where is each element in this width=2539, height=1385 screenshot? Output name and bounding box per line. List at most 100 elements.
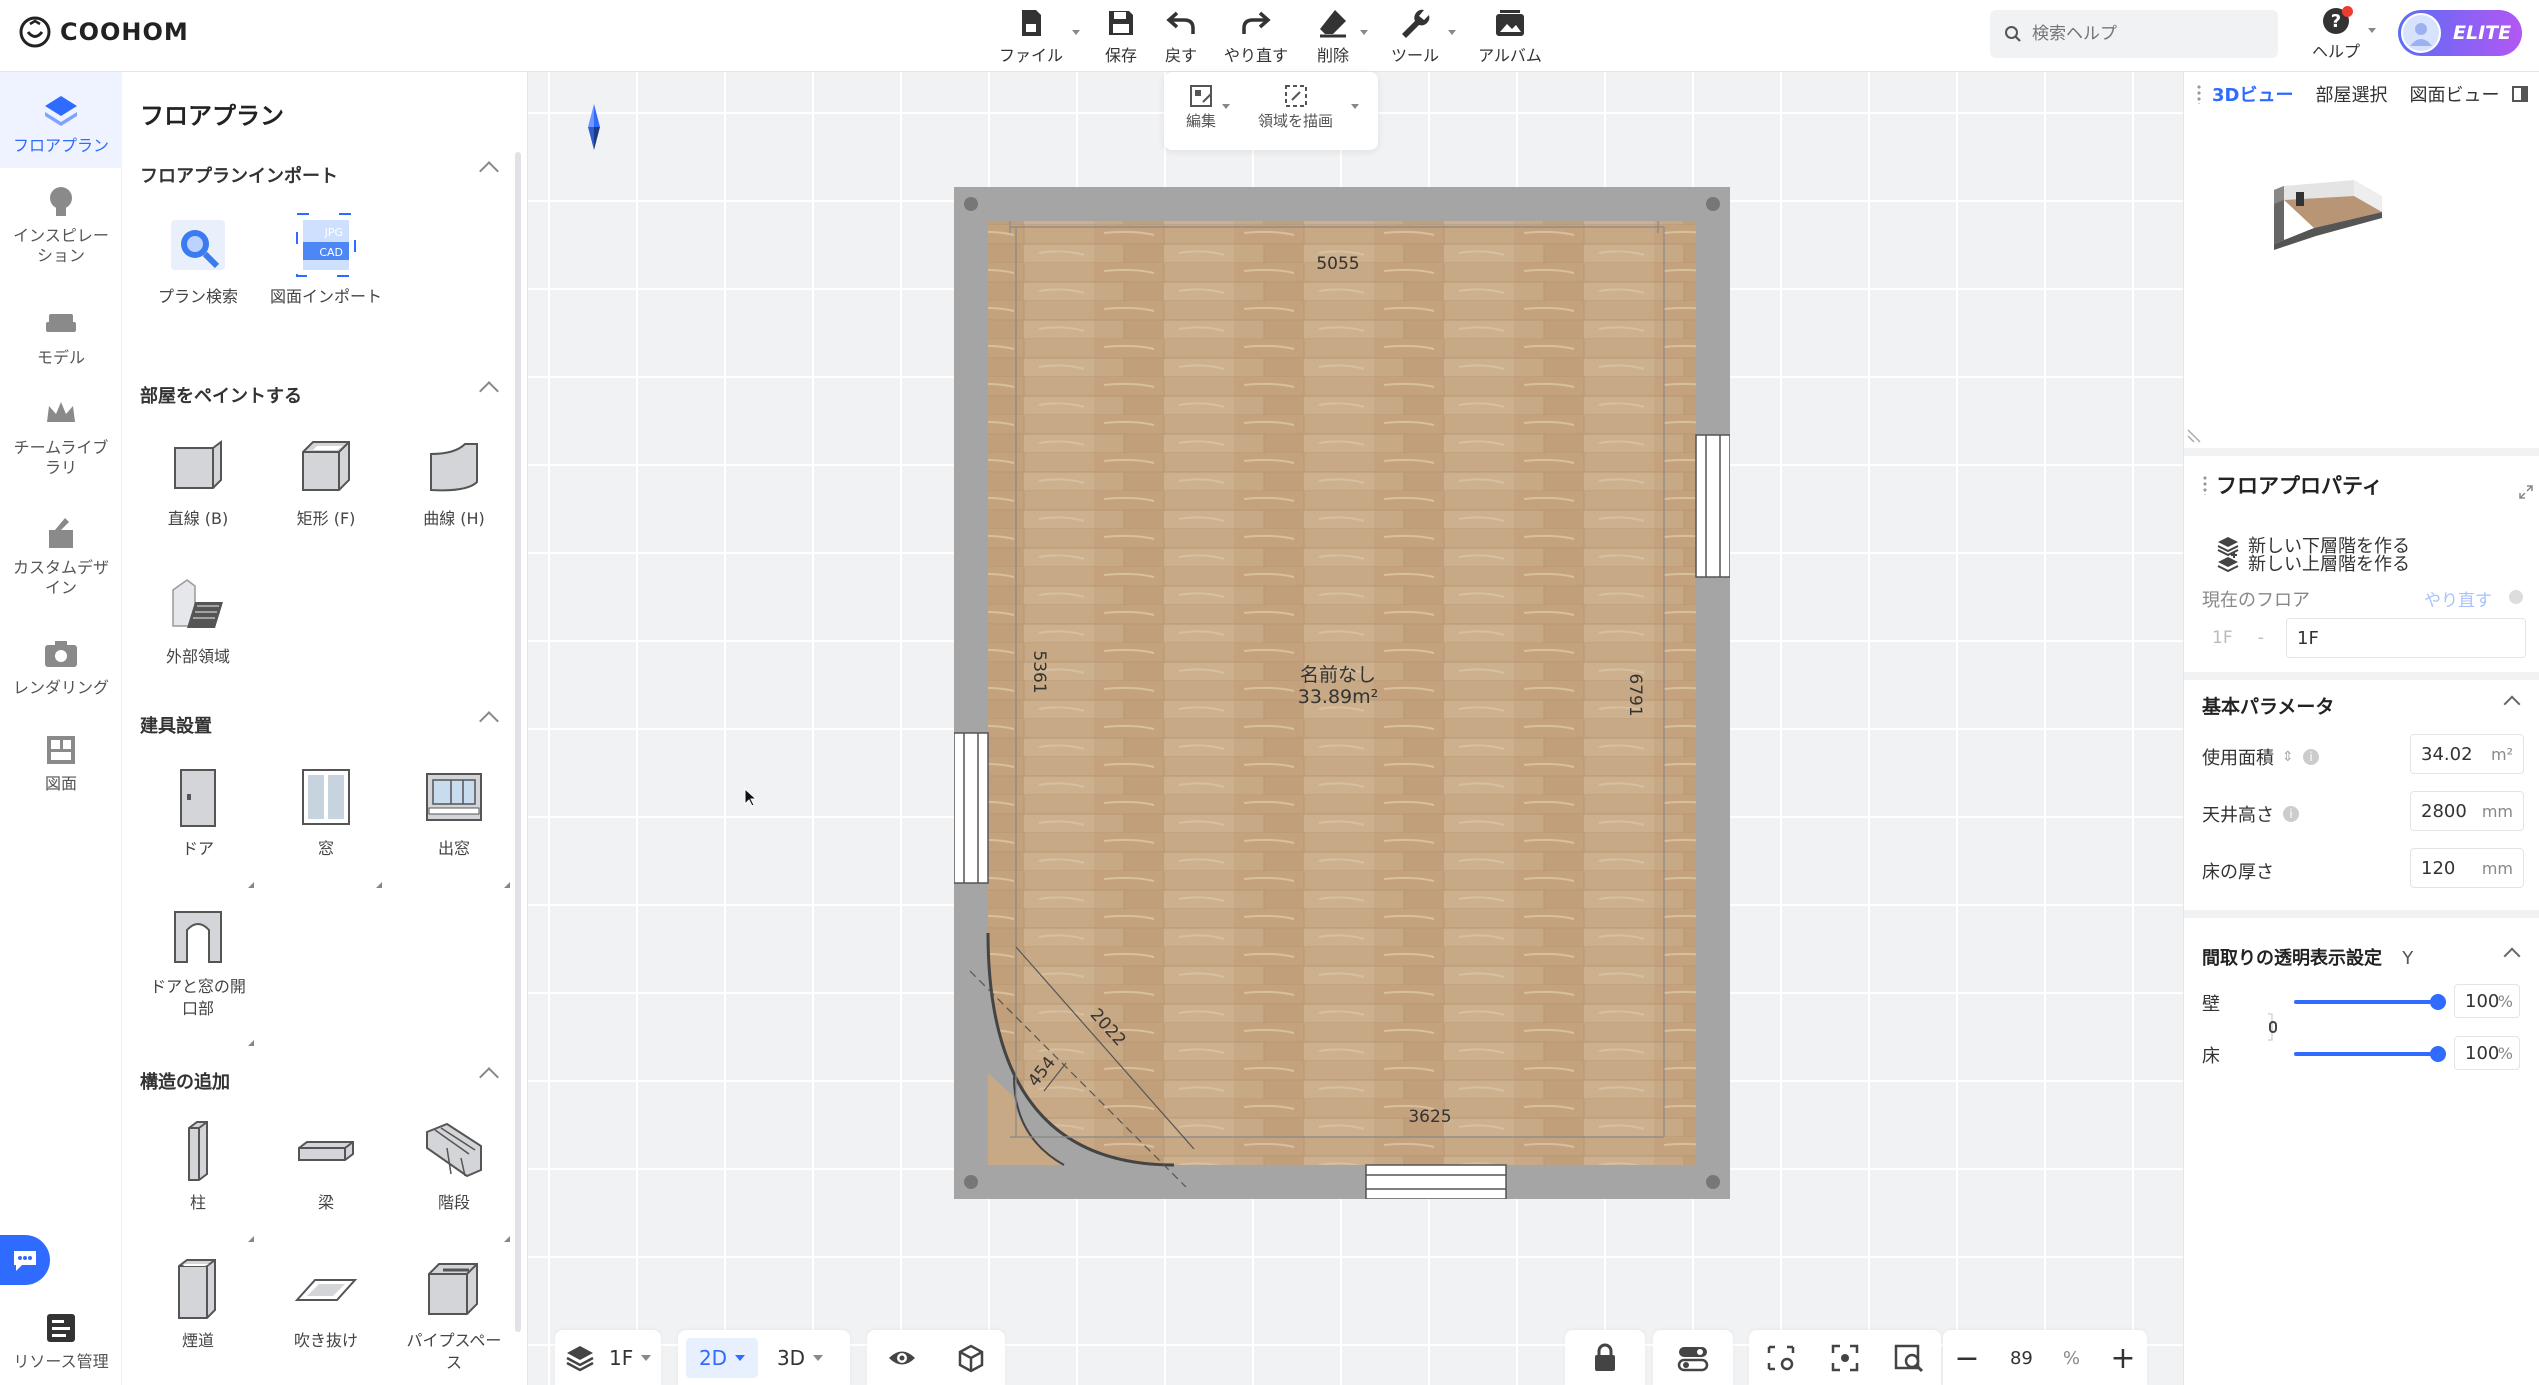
usable-area-input[interactable]: 34.02 m²	[2410, 734, 2524, 774]
plan-search-tile[interactable]: プラン検索	[138, 212, 258, 308]
expand-icon[interactable]	[2518, 484, 2534, 500]
info-icon[interactable]: i	[2282, 805, 2300, 823]
slider-knob[interactable]	[2430, 994, 2446, 1010]
floor-transparency-input[interactable]: 100%	[2454, 1036, 2520, 1070]
collapse-panel-icon[interactable]	[2511, 85, 2529, 103]
link-icon[interactable]	[2266, 1012, 2280, 1042]
ceiling-height-input[interactable]: 2800 mm	[2410, 791, 2524, 831]
beam-icon	[293, 1118, 359, 1184]
floor-selector[interactable]: 1F	[555, 1330, 661, 1385]
door-tile[interactable]: ドア	[138, 764, 258, 888]
floor-thickness-input[interactable]: 120 mm	[2410, 848, 2524, 888]
account-badge[interactable]: ELITE	[2398, 10, 2522, 56]
wrench-icon	[1402, 9, 1430, 38]
settings-toggle-icon[interactable]	[1677, 1343, 1709, 1373]
curved-wall-tile[interactable]: 曲線 (H)	[394, 434, 514, 530]
tile-label: 梁	[317, 1193, 334, 1212]
drag-handle-icon[interactable]	[2196, 84, 2202, 104]
column-tile[interactable]: 柱	[138, 1118, 258, 1242]
rail-item-team-library[interactable]: チームライブラリ	[0, 394, 122, 478]
section-header-import[interactable]: フロアプランインポート	[140, 161, 512, 188]
album-button[interactable]: アルバム	[1474, 4, 1546, 68]
rail-item-rendering[interactable]: レンダリング	[0, 634, 122, 698]
pipe-space-tile[interactable]: パイプスペース	[394, 1256, 514, 1374]
redo-button[interactable]: やり直す	[1220, 4, 1292, 68]
design-canvas[interactable]: 編集 領域を描画 5055 5361 6791 3625 2022 454 名前…	[528, 72, 2183, 1385]
file-menu-button[interactable]: ファイル	[996, 4, 1080, 68]
window-left[interactable]	[954, 732, 989, 884]
fit-view-settings-icon[interactable]	[1765, 1343, 1797, 1373]
rectangle-room-tile[interactable]: 矩形 (F)	[266, 434, 386, 530]
help-search[interactable]	[1990, 10, 2278, 58]
window-right[interactable]	[1695, 434, 1730, 578]
rail-item-resource-management[interactable]: リソース管理	[0, 1308, 122, 1372]
sort-icon[interactable]: ⇕	[2282, 749, 2294, 765]
floor-transparency-slider[interactable]	[2294, 1046, 2446, 1062]
exterior-area-tile[interactable]: 外部領域	[138, 572, 258, 668]
basic-params-header[interactable]: 基本パラメータ	[2202, 692, 2522, 719]
tab-3d-view[interactable]: 3Dビュー	[2212, 81, 2293, 107]
floor-plan[interactable]: 5055 5361 6791 3625 2022 454 名前なし 33.89m…	[954, 187, 1730, 1199]
tools-menu-button[interactable]: ツール	[1388, 4, 1456, 68]
undo-button[interactable]: 戻す	[1160, 4, 1202, 68]
eye-icon[interactable]	[887, 1343, 917, 1373]
wall-transparency-input[interactable]: 100%	[2454, 984, 2520, 1018]
slider-knob[interactable]	[2430, 1046, 2446, 1062]
rail-item-floorplan[interactable]: フロアプラン	[0, 72, 122, 168]
resize-corner-icon[interactable]	[2186, 428, 2202, 444]
rail-item-model[interactable]: モデル	[0, 304, 122, 368]
exterior-area-icon	[165, 572, 231, 638]
visibility-group	[867, 1330, 1005, 1385]
edit-tool[interactable]: 編集	[1186, 82, 1231, 131]
zoom-value[interactable]: 89%	[1990, 1330, 2100, 1385]
transparency-header[interactable]: 間取りの透明表示設定 Y	[2202, 944, 2522, 970]
search-input[interactable]	[2032, 24, 2252, 44]
section-header-structures[interactable]: 構造の追加	[140, 1067, 512, 1094]
mode-2d-button[interactable]: 2D	[686, 1338, 758, 1378]
stairs-tile[interactable]: 階段	[394, 1118, 514, 1242]
straight-wall-tile[interactable]: 直線 (B)	[138, 434, 258, 530]
focus-icon[interactable]	[1830, 1343, 1860, 1373]
info-icon[interactable]: i	[2302, 748, 2320, 766]
beam-tile[interactable]: 梁	[266, 1118, 386, 1214]
cube-view-icon[interactable]	[956, 1343, 986, 1373]
zoom-out-button[interactable]: −	[1953, 1330, 1981, 1385]
flue-tile[interactable]: 煙道	[138, 1256, 258, 1352]
expand-corner-icon	[248, 1236, 254, 1242]
bay-window-tile[interactable]: 出窓	[394, 764, 514, 888]
window-tile[interactable]: 窓	[266, 764, 386, 888]
opening-tile[interactable]: ドアと窓の開口部	[138, 902, 258, 1046]
chat-support-button[interactable]	[0, 1235, 50, 1285]
mode-3d-button[interactable]: 3D	[764, 1338, 836, 1378]
floor-name-input[interactable]: 1F	[2286, 618, 2526, 658]
tab-drawing-view[interactable]: 図面ビュー	[2409, 81, 2499, 107]
rail-item-inspiration[interactable]: インスピレーション	[0, 182, 122, 266]
delete-button[interactable]: 削除	[1312, 4, 1368, 68]
edit-label: 編集	[1186, 112, 1217, 130]
logo[interactable]: COOHOM	[18, 14, 189, 50]
room-name[interactable]: 名前なし	[1300, 664, 1376, 686]
void-tile[interactable]: 吹き抜け	[266, 1256, 386, 1352]
floor-prefix-select[interactable]: 1F -	[2202, 618, 2274, 658]
zoom-area-icon[interactable]	[1893, 1343, 1925, 1373]
drag-handle-icon[interactable]	[2202, 475, 2208, 495]
window-bottom[interactable]	[1365, 1164, 1507, 1199]
tab-room-select[interactable]: 部屋選択	[2315, 81, 2387, 107]
lock-icon[interactable]	[1591, 1343, 1619, 1373]
draw-area-tool[interactable]: 領域を描画	[1258, 82, 1360, 131]
drawing-import-tile[interactable]: JPG CAD 図面インポート	[266, 212, 386, 308]
save-button[interactable]: 保存	[1100, 4, 1142, 68]
wall-transparency-slider[interactable]	[2294, 994, 2446, 1010]
rail-item-custom-design[interactable]: カスタムデザイン	[0, 514, 122, 598]
section-header-paint-room[interactable]: 部屋をペイントする	[140, 381, 512, 408]
section-title: 建具設置	[140, 716, 212, 737]
3d-preview[interactable]	[2184, 120, 2539, 456]
rail-label: インスピレーション	[13, 226, 109, 265]
panel-scrollbar[interactable]	[515, 152, 521, 1332]
redo-link[interactable]: やり直す	[2424, 586, 2492, 611]
section-header-fittings[interactable]: 建具設置	[140, 711, 512, 738]
help-button[interactable]: ? ヘルプ	[2300, 6, 2376, 66]
rail-item-drawing[interactable]: 図面	[0, 730, 122, 794]
zoom-in-button[interactable]: +	[2109, 1330, 2137, 1385]
new-lower-floor-button[interactable]: 新しい下層階を作る	[2216, 532, 2410, 558]
